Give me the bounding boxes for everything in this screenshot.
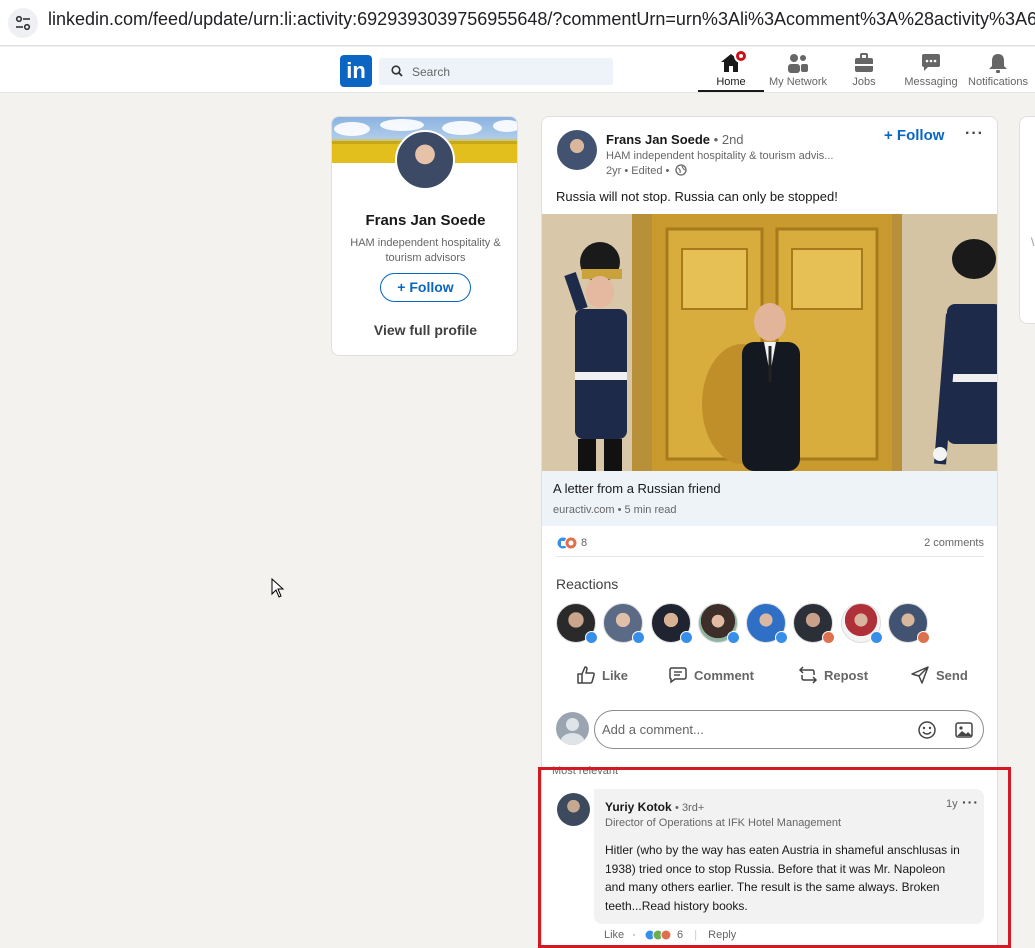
nav-notifications[interactable]: Notifications — [964, 52, 1032, 92]
nav-jobs-label: Jobs — [852, 76, 876, 88]
comment-input[interactable] — [602, 711, 902, 748]
network-icon — [786, 52, 810, 74]
article-source: euractiv.com • 5 min read — [553, 504, 677, 516]
comment-icon — [669, 667, 687, 684]
comment-button[interactable]: Comment — [668, 665, 754, 685]
nav-notifications-label: Notifications — [968, 76, 1028, 88]
send-icon — [911, 666, 929, 684]
thumbs-up-icon — [577, 666, 595, 684]
profile-headline: HAM independent hospitality & tourism ad… — [350, 237, 501, 264]
url-text[interactable]: linkedin.com/feed/update/urn:li:activity… — [48, 9, 1035, 30]
image-icon[interactable] — [954, 720, 974, 740]
nav-home-label: Home — [716, 76, 746, 88]
article-link[interactable]: A letter from a Russian friend euractiv.… — [542, 471, 997, 526]
nav-messaging[interactable]: Messaging — [900, 52, 962, 92]
social-counts: 8 2 comments — [556, 535, 984, 557]
reactor-avatar[interactable] — [698, 603, 740, 644]
right-sidebar-card: \ — [1019, 116, 1035, 324]
comments-count[interactable]: 2 comments — [924, 537, 984, 549]
home-icon — [719, 49, 748, 74]
like-button[interactable]: Like — [576, 665, 628, 685]
emoji-icon[interactable] — [917, 720, 937, 740]
briefcase-icon — [852, 52, 876, 74]
reactor-avatar[interactable] — [888, 603, 930, 644]
reaction-icons[interactable] — [556, 536, 578, 555]
send-label: Send — [936, 668, 968, 683]
profile-avatar[interactable] — [395, 130, 455, 190]
notification-badge — [734, 49, 748, 63]
post-more-options-button[interactable]: ··· — [965, 125, 984, 143]
author-profile-card: Frans Jan Soede HAM independent hospital… — [331, 116, 518, 356]
truncated-glyph: \ — [1031, 235, 1035, 249]
messaging-icon — [919, 52, 943, 74]
like-label: Like — [602, 668, 629, 683]
globe-icon — [675, 164, 688, 176]
browser-address-bar: linkedin.com/feed/update/urn:li:activity… — [0, 0, 1035, 46]
post-follow-button[interactable]: + Follow — [884, 127, 944, 144]
article-image[interactable] — [542, 214, 997, 471]
view-full-profile-link[interactable]: View full profile — [332, 322, 517, 338]
highlight-box — [538, 767, 1011, 948]
comment-box[interactable] — [594, 710, 984, 749]
repost-label: Repost — [824, 668, 869, 683]
tune-icon — [15, 15, 31, 31]
author-avatar[interactable] — [557, 130, 597, 170]
post-actions-bar: Like Comment Repost Send — [542, 665, 997, 689]
reaction-count[interactable]: 8 — [581, 537, 587, 549]
author-degree: • 2nd — [713, 132, 744, 147]
post-text: Russia will not stop. Russia can only be… — [556, 189, 838, 204]
author-name-line[interactable]: Frans Jan Soede • 2nd — [606, 132, 744, 147]
current-user-avatar — [556, 712, 589, 745]
post-time: 2yr • Edited • — [606, 165, 670, 177]
nav-my-network-label: My Network — [768, 76, 828, 88]
like-reaction-icon — [556, 536, 578, 550]
post-meta: 2yr • Edited • — [606, 164, 688, 177]
search-icon — [391, 65, 403, 77]
author-name[interactable]: Frans Jan Soede — [606, 132, 710, 147]
search-input[interactable] — [412, 58, 602, 85]
repost-button[interactable]: Repost — [798, 665, 868, 685]
reactor-avatar[interactable] — [651, 603, 693, 644]
mouse-cursor-icon — [271, 578, 285, 598]
reactor-avatar[interactable] — [793, 603, 835, 644]
profile-follow-button[interactable]: + Follow — [380, 273, 471, 302]
linkedin-logo[interactable]: in — [340, 55, 372, 87]
reactor-avatar[interactable] — [603, 603, 645, 644]
reactions-heading: Reactions — [556, 576, 619, 592]
repost-icon — [798, 666, 818, 684]
nav-my-network[interactable]: My Network — [764, 52, 832, 92]
reactor-avatar[interactable] — [841, 603, 883, 644]
profile-name[interactable]: Frans Jan Soede — [332, 212, 517, 229]
reactor-avatar[interactable] — [746, 603, 788, 644]
nav-home[interactable]: Home — [698, 49, 764, 92]
article-title[interactable]: A letter from a Russian friend — [553, 481, 721, 496]
site-info-button[interactable] — [8, 8, 38, 38]
bell-icon — [986, 52, 1010, 74]
comment-label: Comment — [694, 668, 754, 683]
search-box[interactable] — [379, 58, 613, 85]
nav-messaging-label: Messaging — [904, 76, 958, 88]
reactor-avatar[interactable] — [556, 603, 598, 644]
global-nav: in Home My Network Jobs Messaging — [0, 47, 1035, 93]
nav-jobs[interactable]: Jobs — [840, 52, 888, 92]
author-headline: HAM independent hospitality & tourism ad… — [606, 150, 834, 162]
send-button[interactable]: Send — [910, 665, 968, 685]
